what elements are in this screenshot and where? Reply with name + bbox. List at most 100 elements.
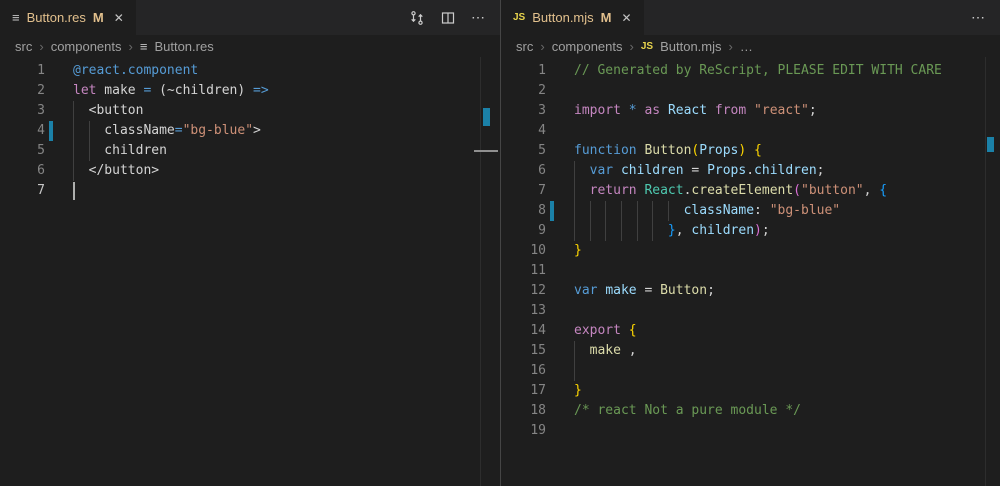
- code-line[interactable]: 17}: [501, 381, 1000, 401]
- code-line[interactable]: 7 return React.createElement("button", {: [501, 181, 1000, 201]
- code-line[interactable]: 4 className="bg-blue">: [0, 121, 500, 141]
- code-line[interactable]: 4: [501, 121, 1000, 141]
- line-text: </button>: [73, 161, 500, 181]
- breadcrumb-file[interactable]: Button.mjs: [660, 39, 721, 54]
- code-line[interactable]: 7: [0, 181, 500, 201]
- code-editor-right[interactable]: 1// Generated by ReScript, PLEASE EDIT W…: [501, 57, 1000, 441]
- tab-button-mjs[interactable]: JS Button.mjs M ✕: [501, 0, 644, 35]
- code-line[interactable]: 15 make ,: [501, 341, 1000, 361]
- line-text: return React.createElement("button", {: [574, 181, 1000, 201]
- modified-badge: M: [601, 10, 612, 25]
- breadcrumb-components[interactable]: components: [552, 39, 623, 54]
- line-number: 1: [0, 61, 45, 81]
- gutter-spacer: [550, 241, 554, 261]
- code-editor-left[interactable]: 1@react.component2let make = (~children)…: [0, 57, 500, 201]
- code-line[interactable]: 11: [501, 261, 1000, 281]
- line-number: 13: [501, 301, 546, 321]
- code-line[interactable]: 6 var children = Props.children;: [501, 161, 1000, 181]
- more-actions-icon[interactable]: ⋯: [971, 9, 986, 26]
- indent-guide: [574, 341, 575, 361]
- code-line[interactable]: 2: [501, 81, 1000, 101]
- breadcrumb-src[interactable]: src: [516, 39, 533, 54]
- overview-ruler-border: [985, 57, 986, 486]
- chevron-right-icon: ›: [39, 39, 43, 54]
- indent-guide: [89, 121, 90, 141]
- chevron-right-icon: ›: [540, 39, 544, 54]
- code-line[interactable]: 9 }, children);: [501, 221, 1000, 241]
- indent-guide: [621, 221, 622, 241]
- line-text: [574, 261, 1000, 281]
- code-line[interactable]: 14export {: [501, 321, 1000, 341]
- chevron-right-icon: ›: [630, 39, 634, 54]
- code-line[interactable]: 1// Generated by ReScript, PLEASE EDIT W…: [501, 61, 1000, 81]
- line-text: className: "bg-blue": [574, 201, 1000, 221]
- gutter-spacer: [550, 181, 554, 201]
- breadcrumb-src[interactable]: src: [15, 39, 32, 54]
- line-number: 6: [0, 161, 45, 181]
- line-text: [574, 361, 1000, 381]
- line-number: 3: [501, 101, 546, 121]
- breadcrumb-symbol-ellipsis[interactable]: …: [740, 39, 753, 54]
- code-line[interactable]: 3 <button: [0, 101, 500, 121]
- compare-changes-icon[interactable]: [409, 10, 425, 26]
- line-number: 2: [0, 81, 45, 101]
- modified-line-marker: [550, 201, 554, 221]
- breadcrumb-components[interactable]: components: [51, 39, 122, 54]
- indent-guide: [668, 201, 669, 221]
- line-text: export {: [574, 321, 1000, 341]
- close-icon[interactable]: ✕: [622, 11, 632, 25]
- line-number: 5: [0, 141, 45, 161]
- line-number: 2: [501, 81, 546, 101]
- code-line[interactable]: 13: [501, 301, 1000, 321]
- indent-guide: [652, 221, 653, 241]
- gutter-spacer: [550, 261, 554, 281]
- gutter-spacer: [550, 401, 554, 421]
- indent-guide: [574, 181, 575, 201]
- gutter-spacer: [550, 341, 554, 361]
- code-line[interactable]: 19: [501, 421, 1000, 441]
- indent-guide: [574, 201, 575, 221]
- code-line[interactable]: 10}: [501, 241, 1000, 261]
- indent-guide: [605, 201, 606, 221]
- line-number: 15: [501, 341, 546, 361]
- tab-title: Button.res: [27, 10, 86, 25]
- close-icon[interactable]: ✕: [114, 11, 124, 25]
- code-line[interactable]: 3import * as React from "react";: [501, 101, 1000, 121]
- code-line[interactable]: 1@react.component: [0, 61, 500, 81]
- indent-guide: [574, 221, 575, 241]
- line-text: [73, 181, 500, 201]
- code-line[interactable]: 5 children: [0, 141, 500, 161]
- tab-button-res[interactable]: ≡ Button.res M ✕: [0, 0, 136, 35]
- line-number: 18: [501, 401, 546, 421]
- overview-ruler-modified-marker: [483, 108, 490, 126]
- code-line[interactable]: 5function Button(Props) {: [501, 141, 1000, 161]
- split-editor-icon[interactable]: [440, 10, 456, 26]
- indent-guide: [574, 161, 575, 181]
- file-list-icon: ≡: [12, 10, 20, 25]
- tab-bar-left: ≡ Button.res M ✕: [0, 0, 500, 35]
- line-text: className="bg-blue">: [73, 121, 500, 141]
- line-number: 4: [501, 121, 546, 141]
- line-number: 7: [501, 181, 546, 201]
- line-text: [574, 301, 1000, 321]
- line-number: 4: [0, 121, 45, 141]
- indent-guide: [637, 201, 638, 221]
- breadcrumb-file[interactable]: Button.res: [154, 39, 213, 54]
- gutter-spacer: [550, 301, 554, 321]
- javascript-icon: JS: [513, 12, 525, 23]
- code-line[interactable]: 16: [501, 361, 1000, 381]
- line-number: 7: [0, 181, 45, 201]
- more-actions-icon[interactable]: ⋯: [471, 9, 486, 26]
- line-text: <button: [73, 101, 500, 121]
- indent-guide: [73, 161, 74, 181]
- code-line[interactable]: 12var make = Button;: [501, 281, 1000, 301]
- line-number: 9: [501, 221, 546, 241]
- code-line[interactable]: 6 </button>: [0, 161, 500, 181]
- editor-actions-left: ⋯: [409, 0, 486, 35]
- line-text: // Generated by ReScript, PLEASE EDIT WI…: [574, 61, 1000, 81]
- code-line[interactable]: 8 className: "bg-blue": [501, 201, 1000, 221]
- code-line[interactable]: 18/* react Not a pure module */: [501, 401, 1000, 421]
- overview-ruler-border: [480, 57, 481, 486]
- gutter-spacer: [49, 181, 53, 201]
- code-line[interactable]: 2let make = (~children) =>: [0, 81, 500, 101]
